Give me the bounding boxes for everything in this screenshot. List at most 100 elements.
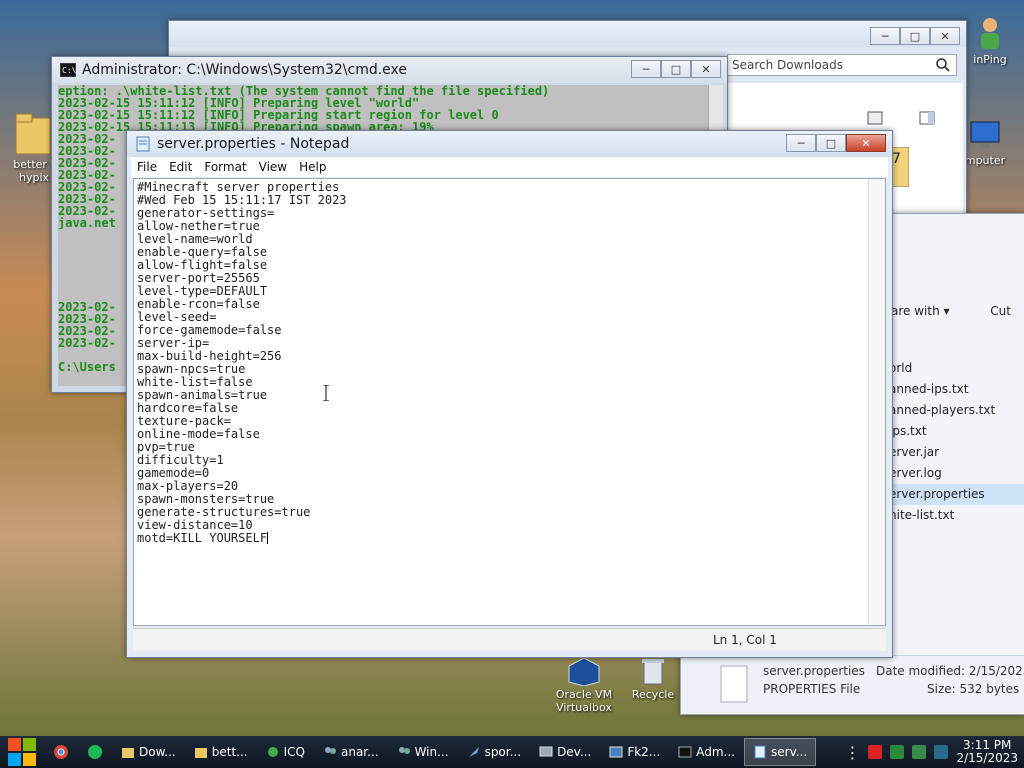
spotify-icon (88, 745, 102, 759)
search-input[interactable]: Search Downloads (727, 54, 957, 76)
keyboard-icon[interactable] (934, 745, 949, 759)
svg-text:7: 7 (892, 151, 901, 167)
file-row[interactable]: anned-ips.txt (886, 379, 1024, 400)
taskbar-item[interactable]: anar... (314, 738, 388, 766)
view-options-icon[interactable] (867, 111, 883, 125)
text-cursor-icon (323, 385, 329, 401)
taskbar-item[interactable]: Adm... (669, 738, 744, 766)
taskbar-item[interactable]: Win... (388, 738, 458, 766)
folder-icon (122, 748, 134, 758)
start-button[interactable] (0, 736, 44, 768)
taskbar-item[interactable]: ICQ (257, 738, 314, 766)
close-button[interactable]: ✕ (691, 60, 721, 78)
menu-view[interactable]: View (253, 160, 293, 174)
svg-text:C:\: C:\ (62, 66, 76, 75)
network-icon[interactable] (890, 745, 905, 759)
menu-file[interactable]: File (131, 160, 163, 174)
minimize-button[interactable]: ─ (870, 27, 900, 45)
taskbar-item-label: Adm... (696, 745, 735, 759)
maximize-button[interactable]: □ (900, 27, 930, 45)
editor-text[interactable]: #Minecraft server properties #Wed Feb 15 … (137, 181, 347, 545)
text-caret (267, 532, 269, 544)
notepad-titlebar[interactable]: server.properties - Notepad ─ □ ✕ (127, 131, 892, 157)
taskbar-item-label: serv... (771, 745, 808, 759)
notepad-title: server.properties - Notepad (157, 136, 350, 152)
taskbar: Dow... bett... ICQ anar... Win... spor..… (0, 736, 1024, 768)
maximize-button[interactable]: □ (816, 134, 846, 152)
windows-logo-icon (8, 738, 36, 766)
taskbar-item[interactable]: Dev... (530, 738, 600, 766)
desktop-icon-label: Oracle VM Virtualbox (555, 688, 613, 714)
console-line: 2023-02-15 15:11:12 [INFO] Preparing sta… (58, 109, 499, 121)
file-row[interactable]: hite-list.txt (886, 505, 1024, 526)
virtualbox-icon (568, 657, 600, 686)
flag-icon[interactable] (868, 745, 883, 759)
desktop-icon-label: mputer (964, 154, 1006, 167)
cmd-title: Administrator: C:\Windows\System32\cmd.e… (82, 62, 408, 78)
text-editor[interactable]: #Minecraft server properties #Wed Feb 15 … (133, 178, 886, 626)
details-file-type: PROPERTIES File (763, 682, 861, 696)
minimize-button[interactable]: ─ (786, 134, 816, 152)
taskbar-item[interactable]: spor... (458, 738, 531, 766)
notepad-icon (754, 745, 766, 759)
notepad-icon (136, 136, 150, 152)
menu-edit[interactable]: Edit (163, 160, 198, 174)
desktop-icon-recycle[interactable]: Recycle (626, 656, 680, 701)
taskbar-item-active[interactable]: serv... (744, 738, 817, 766)
file-list: orld anned-ips.txt anned-players.txt ips… (886, 358, 1024, 526)
preview-pane-icon[interactable] (919, 111, 935, 125)
notepad-window[interactable]: server.properties - Notepad ─ □ ✕ File E… (126, 130, 893, 658)
taskbar-item[interactable]: Dow... (112, 738, 185, 766)
editor-scrollbar[interactable] (868, 179, 885, 625)
console-line: 2023-02-15 15:11:12 [INFO] Preparing lev… (58, 97, 420, 109)
more-icon[interactable]: ⋮ (844, 743, 860, 762)
search-icon[interactable] (935, 57, 951, 73)
clock[interactable]: 3:11 PM 2/15/2023 (956, 739, 1018, 765)
menu-format[interactable]: Format (198, 160, 252, 174)
taskbar-chrome[interactable] (44, 738, 78, 766)
desktop-icon-virtualbox[interactable]: Oracle VM Virtualbox (552, 656, 616, 714)
maximize-button[interactable]: □ (661, 60, 691, 78)
close-button[interactable]: ✕ (846, 134, 886, 152)
folder-icon (15, 113, 51, 155)
taskbar-item[interactable]: bett... (185, 738, 257, 766)
system-tray: ⋮ 3:11 PM 2/15/2023 (844, 739, 1024, 765)
taskbar-item-label: Win... (414, 745, 449, 759)
status-bar: Ln 1, Col 1 (133, 628, 886, 651)
chrome-icon (54, 745, 68, 759)
minimize-button[interactable]: ─ (631, 60, 661, 78)
recycle-bin-icon (642, 659, 664, 685)
icq-flower-icon (267, 747, 278, 757)
desktop-icon-label: better t hypix (13, 158, 54, 184)
desktop-icon-label: Recycle (631, 688, 675, 701)
taskbar-item-label: Dow... (139, 745, 176, 759)
file-row[interactable]: ips.txt (886, 421, 1024, 442)
file-row[interactable]: erver.log (886, 463, 1024, 484)
taskbar-spotify[interactable] (78, 738, 112, 766)
console-icon: C:\ (60, 63, 76, 77)
file-row[interactable]: orld (886, 358, 1024, 379)
file-row-selected[interactable]: erver.properties (886, 484, 1024, 505)
feather-icon (468, 747, 479, 757)
details-date-modified: Date modified: 2/15/2023 3 (876, 664, 1024, 678)
desktop-icon-ping[interactable]: inPing (960, 15, 1020, 66)
share-with-button[interactable]: are with ▾ (891, 304, 950, 318)
file-type-icon (720, 665, 748, 703)
explorer-titlebar[interactable]: ─ □ ✕ (169, 21, 966, 47)
file-row[interactable]: erver.jar (886, 442, 1024, 463)
menu-help[interactable]: Help (293, 160, 332, 174)
close-button[interactable]: ✕ (930, 27, 960, 45)
window-icon (609, 746, 623, 758)
volume-icon[interactable] (912, 745, 927, 759)
computer-icon (970, 121, 1000, 148)
cut-button[interactable]: Cut (990, 304, 1011, 318)
desktop-icon-label: inPing (973, 53, 1007, 66)
people-icon (398, 747, 410, 754)
taskbar-item[interactable]: Fk2... (600, 738, 669, 766)
device-manager-icon (539, 746, 553, 757)
taskbar-item-label: bett... (211, 745, 248, 759)
taskbar-item-label: spor... (484, 745, 522, 759)
user-icon (981, 18, 999, 49)
cmd-titlebar[interactable]: C:\ Administrator: C:\Windows\System32\c… (52, 57, 727, 83)
file-row[interactable]: anned-players.txt (886, 400, 1024, 421)
